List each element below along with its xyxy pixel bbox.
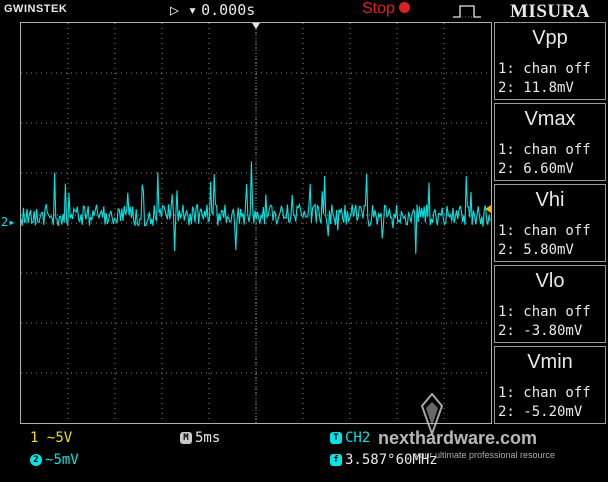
measurement-ch1: 1: chan off: [498, 304, 591, 320]
ch1-badge-icon: 1: [30, 430, 39, 446]
measurement-vpp[interactable]: Vpp 1: chan off 2: 11.8mV: [494, 22, 606, 100]
measurement-ch2: 2: 6.60mV: [498, 161, 574, 177]
measurement-title: Vlo: [535, 270, 565, 292]
timebase-icon: M: [180, 432, 192, 444]
waveform-display: [20, 22, 492, 424]
trigger-time: 0.000s: [201, 1, 256, 19]
trigger-icon: T: [330, 432, 342, 444]
measurement-vmin[interactable]: Vmin 1: chan off 2: -5.20mV: [494, 346, 606, 424]
measurement-ch1: 1: chan off: [498, 61, 591, 77]
graticule: [21, 23, 491, 423]
trigger-source-value: CH2: [345, 430, 371, 446]
top-status-bar: GWINSTEK ▷ ▾ 0.000s Stop MISURA: [0, 0, 608, 22]
measurement-ch2: 2: -3.80mV: [498, 323, 583, 339]
measurement-vlo[interactable]: Vlo 1: chan off 2: -3.80mV: [494, 265, 606, 343]
trigger-position: ▷ ▾ 0.000s: [170, 1, 255, 19]
trigger-source[interactable]: T CH2: [330, 430, 370, 446]
measurement-ch2: 2: 11.8mV: [498, 80, 574, 96]
measurement-title: Vmax: [524, 108, 576, 130]
measurement-ch1: 1: chan off: [498, 142, 591, 158]
measurement-ch2: 2: 5.80mV: [498, 242, 574, 258]
run-status-label: Stop: [362, 0, 395, 17]
measurement-ch1: 1: chan off: [498, 223, 591, 239]
measurement-title: Vmin: [527, 351, 573, 373]
timebase[interactable]: M 5ms: [180, 430, 220, 446]
ch2-scale[interactable]: 2 ∼5mV: [30, 452, 79, 468]
ch2-ground-marker: 2▸: [1, 215, 16, 229]
ch1-scale[interactable]: 1 ∼5V: [30, 430, 72, 446]
ch1-scale-value: 5V: [55, 430, 73, 446]
measurement-vhi[interactable]: Vhi 1: chan off 2: 5.80mV: [494, 184, 606, 262]
timebase-value: 5ms: [195, 430, 221, 446]
measurement-ch1: 1: chan off: [498, 385, 591, 401]
trigger-position-marker: [252, 23, 260, 29]
watermark-site: nexthardware.com: [378, 428, 538, 448]
measurement-vmax[interactable]: Vmax 1: chan off 2: 6.60mV: [494, 103, 606, 181]
measurement-title: Vhi: [535, 189, 565, 211]
measurement-ch2: 2: -5.20mV: [498, 404, 583, 420]
ch2-scale-value: 5mV: [53, 452, 79, 468]
overlay-title: MISURA: [510, 1, 591, 22]
measurement-title: Vpp: [532, 27, 568, 49]
watermark-tagline: your ultimate professional resource: [415, 450, 556, 460]
frequency-icon: f: [330, 454, 342, 466]
ch2-marker-label: 2: [1, 215, 9, 229]
run-status[interactable]: Stop: [362, 0, 410, 18]
stop-indicator-icon: [398, 2, 410, 14]
trigger-glyph-icon: ▷ ▾: [170, 1, 198, 19]
ch2-badge-icon: 2: [30, 454, 42, 466]
brand-label: GWINSTEK: [4, 3, 68, 15]
rising-edge-icon: [453, 5, 481, 18]
measurement-panel: Vpp 1: chan off 2: 11.8mV Vmax 1: chan o…: [494, 22, 608, 424]
